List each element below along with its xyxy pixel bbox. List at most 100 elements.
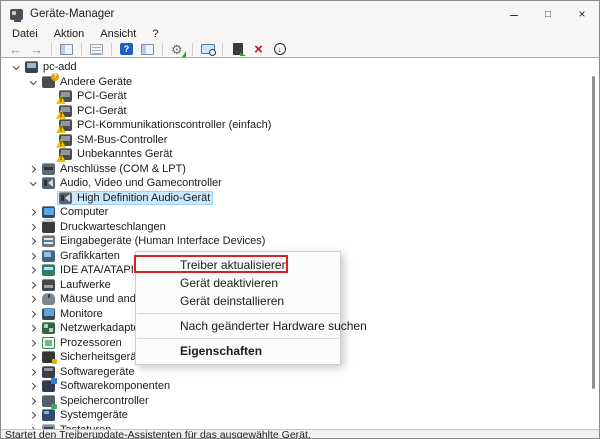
- close-button[interactable]: ×: [565, 1, 599, 27]
- toolbar-help-icon[interactable]: ?: [118, 42, 135, 57]
- tree-item-label: Computer: [60, 205, 108, 220]
- tree-item[interactable]: Andere Geräte: [40, 75, 135, 90]
- tree-item-selected[interactable]: High Definition Audio-Gerät: [57, 191, 213, 206]
- tree-item[interactable]: Druckwarteschlangen: [40, 220, 169, 235]
- toolbar-forward-icon[interactable]: →: [28, 42, 45, 57]
- toolbar-properties-icon[interactable]: [139, 42, 156, 57]
- chevron-right-icon[interactable]: [26, 254, 40, 259]
- tree-row[interactable]: Softwaregeräte: [1, 365, 599, 380]
- tree-row[interactable]: Computer: [1, 205, 599, 220]
- tree-item[interactable]: Anschlüsse (COM & LPT): [40, 162, 189, 177]
- show-console-tree-icon: [60, 44, 73, 55]
- chevron-right-icon[interactable]: [26, 355, 40, 360]
- tree-row[interactable]: PCI-Kommunikationscontroller (einfach): [1, 118, 599, 133]
- tree-row[interactable]: Audio, Video und Gamecontroller: [1, 176, 599, 191]
- tree-item[interactable]: Systemgeräte: [40, 408, 131, 423]
- chevron-right-icon[interactable]: [26, 297, 40, 302]
- tree-item[interactable]: Audio, Video und Gamecontroller: [40, 176, 225, 191]
- chevron-right-icon[interactable]: [26, 268, 40, 273]
- toolbar-separator: [162, 43, 163, 56]
- toolbar-scan-hardware-changes-icon[interactable]: [199, 42, 216, 57]
- keyboard-device-icon: [42, 424, 55, 429]
- tree-row[interactable]: Anschlüsse (COM & LPT): [1, 162, 599, 177]
- tree-item-label: Laufwerke: [60, 278, 111, 293]
- tree-item[interactable]: Computer: [40, 205, 111, 220]
- disable-device-icon: ×: [254, 41, 263, 58]
- tree-item[interactable]: Tastaturen: [40, 423, 114, 430]
- tree-item[interactable]: Speichercontroller: [40, 394, 152, 409]
- tree-item[interactable]: Softwarekomponenten: [40, 379, 173, 394]
- tree-row[interactable]: High Definition Audio-Gerät: [1, 191, 599, 206]
- tree-item[interactable]: SM-Bus-Controller: [57, 133, 170, 148]
- toolbar-uninstall-device-icon[interactable]: [229, 42, 246, 57]
- chevron-right-icon[interactable]: [26, 399, 40, 404]
- context-menu-item[interactable]: Gerät deinstallieren: [136, 292, 340, 310]
- context-menu-item[interactable]: Nach geänderter Hardware suchen: [136, 317, 340, 335]
- toolbar-update-driver-icon[interactable]: ⚙: [169, 42, 186, 57]
- tree-item-label: PCI-Gerät: [77, 89, 127, 104]
- chevron-right-icon[interactable]: [26, 428, 40, 430]
- context-menu-item[interactable]: Eigenschaften: [136, 342, 340, 360]
- tree-item[interactable]: PCI-Gerät: [57, 89, 130, 104]
- scrollbar-thumb[interactable]: [592, 76, 595, 389]
- tree-row[interactable]: pc-add: [1, 60, 599, 75]
- tree-row[interactable]: Druckwarteschlangen: [1, 220, 599, 235]
- chevron-right-icon[interactable]: [26, 225, 40, 230]
- tree-item[interactable]: Netzwerkadapter: [40, 321, 146, 336]
- chevron-down-icon[interactable]: [26, 182, 40, 185]
- toolbar-back-icon[interactable]: ←: [7, 42, 24, 57]
- tree-item[interactable]: Laufwerke: [40, 278, 114, 293]
- tree-row[interactable]: Tastaturen: [1, 423, 599, 430]
- chevron-right-icon[interactable]: [26, 312, 40, 317]
- minimize-button[interactable]: –: [497, 1, 531, 27]
- tree-item[interactable]: PCI-Kommunikationscontroller (einfach): [57, 118, 274, 133]
- tree-item[interactable]: Unbekanntes Gerät: [57, 147, 175, 162]
- menu-item-hilfe[interactable]: ?: [144, 27, 166, 41]
- tree-item[interactable]: Sicherheitsgeräte: [40, 350, 149, 365]
- tree-item[interactable]: Softwaregeräte: [40, 365, 138, 380]
- menu-item-aktion[interactable]: Aktion: [46, 27, 93, 41]
- tree-row[interactable]: Speichercontroller: [1, 394, 599, 409]
- unknown-device-icon: [59, 119, 72, 131]
- tree-item[interactable]: Grafikkarten: [40, 249, 123, 264]
- chevron-right-icon[interactable]: [26, 384, 40, 389]
- menu-item-ansicht[interactable]: Ansicht: [92, 27, 144, 41]
- chevron-right-icon[interactable]: [26, 210, 40, 215]
- tree-item[interactable]: Monitore: [40, 307, 106, 322]
- ide-device-icon: [42, 264, 55, 276]
- tree-row[interactable]: Eingabegeräte (Human Interface Devices): [1, 234, 599, 249]
- toolbar-export-list-icon[interactable]: [88, 42, 105, 57]
- tree-item[interactable]: Eingabegeräte (Human Interface Devices): [40, 234, 268, 249]
- chevron-right-icon[interactable]: [26, 167, 40, 172]
- chevron-right-icon[interactable]: [26, 370, 40, 375]
- tree-row[interactable]: Softwarekomponenten: [1, 379, 599, 394]
- maximize-button[interactable]: □: [531, 1, 565, 27]
- tree-row[interactable]: Systemgeräte: [1, 408, 599, 423]
- tree-row[interactable]: Andere Geräte: [1, 75, 599, 90]
- toolbar-show-console-tree-icon[interactable]: [58, 42, 75, 57]
- tree-item[interactable]: pc-add: [23, 60, 80, 75]
- computer-device-icon: [42, 206, 55, 218]
- chevron-right-icon[interactable]: [26, 239, 40, 244]
- status-bar: Startet den Treiberupdate-Assistenten fü…: [1, 429, 599, 439]
- context-menu-item[interactable]: Treiber aktualisieren: [136, 256, 340, 274]
- chevron-right-icon[interactable]: [26, 283, 40, 288]
- tree-item[interactable]: PCI-Gerät: [57, 104, 130, 119]
- tree-row[interactable]: PCI-Gerät: [1, 89, 599, 104]
- chevron-down-icon[interactable]: [9, 66, 23, 69]
- chevron-right-icon[interactable]: [26, 413, 40, 418]
- toolbar-separator: [192, 43, 193, 56]
- tree-row[interactable]: SM-Bus-Controller: [1, 133, 599, 148]
- toolbar-disable-device-icon[interactable]: ×: [250, 42, 267, 57]
- tree-row[interactable]: Unbekanntes Gerät: [1, 147, 599, 162]
- chevron-down-icon[interactable]: [26, 81, 40, 84]
- toolbar-more-actions-icon[interactable]: ↓: [271, 42, 288, 57]
- properties-icon: [141, 44, 154, 55]
- device-manager-icon: [10, 9, 23, 20]
- tree-row[interactable]: PCI-Gerät: [1, 104, 599, 119]
- tree-item[interactable]: Prozessoren: [40, 336, 125, 351]
- menu-item-datei[interactable]: Datei: [4, 27, 46, 41]
- chevron-right-icon[interactable]: [26, 326, 40, 331]
- context-menu-item[interactable]: Gerät deaktivieren: [136, 274, 340, 292]
- chevron-right-icon[interactable]: [26, 341, 40, 346]
